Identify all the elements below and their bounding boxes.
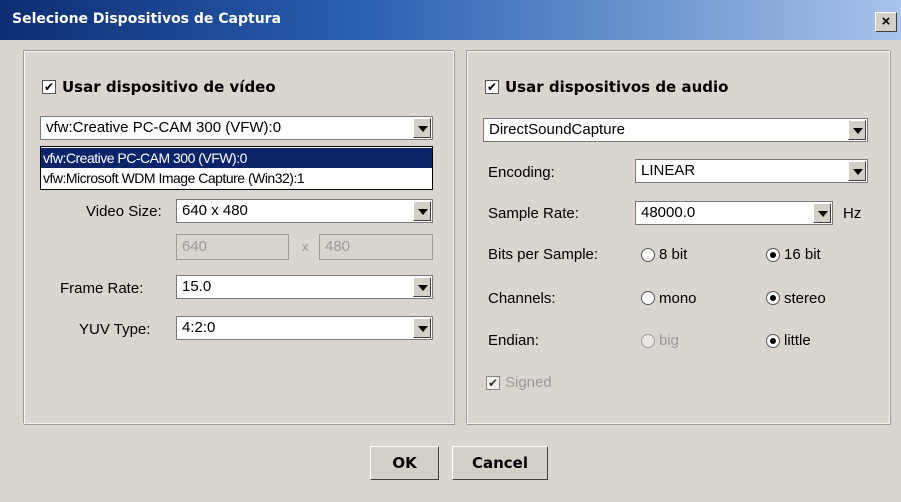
use-audio-checkbox[interactable]: ✔ — [485, 80, 499, 94]
bits-16-label[interactable]: 16 bit — [784, 246, 821, 263]
encoding-label: Encoding: — [488, 164, 555, 181]
video-size-select[interactable]: 640 x 480 — [176, 199, 433, 223]
chevron-down-icon[interactable] — [848, 120, 866, 140]
yuv-type-select[interactable]: 4:2:0 — [176, 316, 433, 340]
cancel-button[interactable]: Cancel — [452, 446, 548, 480]
endian-big-radio — [641, 334, 655, 348]
signed-checkbox: ✔ — [486, 376, 500, 390]
video-device-option-0[interactable]: vfw:Creative PC-CAM 300 (VFW):0 — [41, 148, 432, 168]
chevron-down-icon[interactable] — [413, 201, 431, 221]
mono-radio[interactable] — [641, 291, 655, 305]
chevron-down-icon[interactable] — [848, 161, 866, 181]
capture-devices-dialog: Selecione Dispositivos de Captura × ✔ Us… — [0, 0, 901, 502]
endian-little-label[interactable]: little — [784, 332, 811, 349]
frame-rate-select[interactable]: 15.0 — [176, 275, 433, 299]
sample-rate-value: 48000.0 — [641, 204, 696, 221]
sample-rate-select[interactable]: 48000.0 — [635, 201, 833, 225]
dialog-title: Selecione Dispositivos de Captura — [12, 11, 282, 27]
title-bar[interactable]: Selecione Dispositivos de Captura × — [0, 0, 901, 40]
channels-label: Channels: — [488, 290, 556, 307]
size-separator: x — [302, 239, 309, 254]
video-size-value: 640 x 480 — [182, 202, 248, 219]
ok-button[interactable]: OK — [370, 446, 439, 480]
mono-label[interactable]: mono — [659, 290, 697, 307]
endian-big-label: big — [659, 332, 680, 349]
encoding-select[interactable]: LINEAR — [635, 159, 868, 183]
bits-8-radio[interactable] — [641, 248, 655, 262]
use-video-checkbox[interactable]: ✔ — [42, 80, 56, 94]
chevron-down-icon[interactable] — [813, 203, 831, 223]
bits-16-radio[interactable] — [766, 248, 780, 262]
close-icon[interactable]: × — [875, 12, 897, 32]
chevron-down-icon[interactable] — [413, 318, 431, 338]
frame-rate-label: Frame Rate: — [60, 280, 144, 297]
stereo-radio[interactable] — [766, 291, 780, 305]
signed-label: Signed — [505, 374, 552, 391]
yuv-type-label: YUV Type: — [79, 321, 151, 338]
video-height-field: 480 — [319, 234, 433, 260]
sample-rate-unit: Hz — [843, 205, 862, 222]
video-device-value: vfw:Creative PC-CAM 300 (VFW):0 — [46, 119, 282, 136]
video-device-dropdown-list: vfw:Creative PC-CAM 300 (VFW):0 vfw:Micr… — [40, 146, 433, 190]
sample-rate-label: Sample Rate: — [488, 205, 579, 222]
audio-device-select[interactable]: DirectSoundCapture — [483, 118, 868, 142]
video-device-option-1[interactable]: vfw:Microsoft WDM Image Capture (Win32):… — [41, 168, 432, 188]
video-device-select[interactable]: vfw:Creative PC-CAM 300 (VFW):0 — [40, 116, 433, 140]
chevron-down-icon[interactable] — [413, 277, 431, 297]
video-width-field: 640 — [176, 234, 289, 260]
use-audio-label[interactable]: Usar dispositivos de audio — [505, 78, 728, 96]
video-width-value: 640 — [182, 238, 208, 255]
video-height-value: 480 — [325, 238, 351, 255]
encoding-value: LINEAR — [641, 162, 696, 179]
audio-device-value: DirectSoundCapture — [489, 121, 625, 138]
bits-8-label[interactable]: 8 bit — [659, 246, 687, 263]
audio-panel — [466, 50, 890, 424]
use-video-label[interactable]: Usar dispositivo de vídeo — [62, 78, 276, 96]
stereo-label[interactable]: stereo — [784, 290, 826, 307]
frame-rate-value: 15.0 — [182, 278, 212, 295]
bits-per-sample-label: Bits per Sample: — [488, 246, 599, 263]
endian-label: Endian: — [488, 332, 539, 349]
chevron-down-icon[interactable] — [413, 118, 431, 138]
video-size-label: Video Size: — [86, 203, 162, 220]
endian-little-radio[interactable] — [766, 334, 780, 348]
yuv-type-value: 4:2:0 — [182, 319, 216, 336]
